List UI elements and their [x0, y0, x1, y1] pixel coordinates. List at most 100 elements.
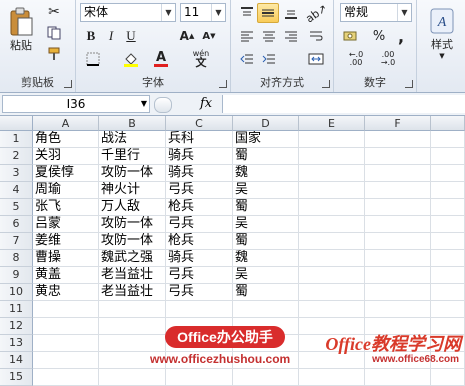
- cell[interactable]: 蜀: [233, 148, 299, 165]
- comma-button[interactable]: ,: [392, 27, 410, 46]
- column-header-d[interactable]: D: [233, 116, 299, 131]
- row-header-7[interactable]: 7: [0, 233, 33, 250]
- cell[interactable]: [431, 267, 465, 284]
- align-center-button[interactable]: [259, 27, 279, 45]
- percent-button[interactable]: %: [370, 27, 388, 45]
- cell[interactable]: [99, 369, 166, 386]
- bold-button[interactable]: B: [82, 27, 100, 45]
- clipboard-launcher-icon[interactable]: [64, 80, 72, 88]
- cell[interactable]: [365, 369, 431, 386]
- copy-button[interactable]: [44, 24, 64, 42]
- cell[interactable]: [365, 131, 431, 148]
- row-header-14[interactable]: 14: [0, 352, 33, 369]
- phonetic-button[interactable]: wén 文: [188, 48, 214, 68]
- cell[interactable]: [299, 250, 365, 267]
- cell[interactable]: [99, 318, 166, 335]
- cell[interactable]: 蜀: [233, 199, 299, 216]
- cell[interactable]: 周瑜: [33, 182, 99, 199]
- cell[interactable]: [299, 148, 365, 165]
- cell[interactable]: [99, 301, 166, 318]
- cell[interactable]: 蜀: [233, 233, 299, 250]
- cell[interactable]: [33, 352, 99, 369]
- styles-button[interactable]: A 样式 ▼: [423, 4, 461, 64]
- cell[interactable]: [365, 148, 431, 165]
- cell[interactable]: 弓兵: [166, 284, 233, 301]
- cell[interactable]: [299, 216, 365, 233]
- cell[interactable]: 吕蒙: [33, 216, 99, 233]
- cell[interactable]: 张飞: [33, 199, 99, 216]
- cell[interactable]: 骑兵: [166, 250, 233, 267]
- cell[interactable]: [299, 182, 365, 199]
- cell[interactable]: 攻防一体: [99, 216, 166, 233]
- cell[interactable]: [365, 216, 431, 233]
- cell[interactable]: [299, 131, 365, 148]
- cell[interactable]: 魏武之强: [99, 250, 166, 267]
- cell[interactable]: 老当益壮: [99, 267, 166, 284]
- cell[interactable]: 弓兵: [166, 216, 233, 233]
- align-right-button[interactable]: [281, 27, 301, 45]
- cell[interactable]: 枪兵: [166, 233, 233, 250]
- row-header-10[interactable]: 10: [0, 284, 33, 301]
- column-header-f[interactable]: F: [365, 116, 431, 131]
- chevron-down-icon[interactable]: ▼: [397, 4, 411, 21]
- font-name-combo[interactable]: 宋体 ▼: [80, 3, 176, 22]
- cell[interactable]: 战法: [99, 131, 166, 148]
- cell[interactable]: 国家: [233, 131, 299, 148]
- cell[interactable]: [365, 182, 431, 199]
- row-header-5[interactable]: 5: [0, 199, 33, 216]
- row-header-13[interactable]: 13: [0, 335, 33, 352]
- cell[interactable]: [431, 182, 465, 199]
- cell[interactable]: [431, 199, 465, 216]
- column-header-b[interactable]: B: [99, 116, 166, 131]
- wrap-text-button[interactable]: [305, 27, 327, 45]
- number-format-combo[interactable]: 常规 ▼: [340, 3, 412, 22]
- cell[interactable]: [365, 233, 431, 250]
- cell[interactable]: [431, 131, 465, 148]
- cell[interactable]: [365, 165, 431, 182]
- cell[interactable]: [365, 267, 431, 284]
- cell[interactable]: [431, 165, 465, 182]
- cell[interactable]: [99, 335, 166, 352]
- cell[interactable]: 骑兵: [166, 165, 233, 182]
- cell[interactable]: [299, 199, 365, 216]
- cell[interactable]: [299, 301, 365, 318]
- cell[interactable]: [365, 199, 431, 216]
- orientation-button[interactable]: ab↗: [303, 1, 329, 25]
- row-header-4[interactable]: 4: [0, 182, 33, 199]
- cell[interactable]: 吴: [233, 267, 299, 284]
- cell[interactable]: 老当益壮: [99, 284, 166, 301]
- row-header-9[interactable]: 9: [0, 267, 33, 284]
- cell[interactable]: 吴: [233, 182, 299, 199]
- column-header-e[interactable]: E: [299, 116, 365, 131]
- cell[interactable]: 黄忠: [33, 284, 99, 301]
- cell[interactable]: [299, 267, 365, 284]
- row-header-1[interactable]: 1: [0, 131, 33, 148]
- row-header-11[interactable]: 11: [0, 301, 33, 318]
- fill-color-button[interactable]: [120, 50, 142, 68]
- currency-button[interactable]: [340, 27, 362, 45]
- merge-center-button[interactable]: [305, 50, 327, 68]
- row-header-2[interactable]: 2: [0, 148, 33, 165]
- format-painter-button[interactable]: [44, 45, 64, 63]
- cell[interactable]: 黄盖: [33, 267, 99, 284]
- number-launcher-icon[interactable]: [405, 80, 413, 88]
- cell[interactable]: [365, 301, 431, 318]
- paste-button[interactable]: 粘贴: [4, 2, 38, 58]
- cell[interactable]: 姜维: [33, 233, 99, 250]
- row-header-15[interactable]: 15: [0, 369, 33, 386]
- cell[interactable]: [233, 301, 299, 318]
- cell[interactable]: 枪兵: [166, 199, 233, 216]
- cell[interactable]: 魏: [233, 165, 299, 182]
- increase-indent-button[interactable]: [259, 50, 279, 68]
- chevron-down-icon[interactable]: ▼: [161, 4, 175, 21]
- underline-button[interactable]: U: [122, 27, 140, 45]
- cell[interactable]: 弓兵: [166, 182, 233, 199]
- cell[interactable]: [166, 369, 233, 386]
- insert-function-icon[interactable]: fx: [200, 96, 212, 111]
- row-header-8[interactable]: 8: [0, 250, 33, 267]
- column-header-c[interactable]: C: [166, 116, 233, 131]
- cell[interactable]: [431, 301, 465, 318]
- cell[interactable]: [33, 335, 99, 352]
- cell[interactable]: [299, 284, 365, 301]
- align-bottom-button[interactable]: [281, 4, 301, 22]
